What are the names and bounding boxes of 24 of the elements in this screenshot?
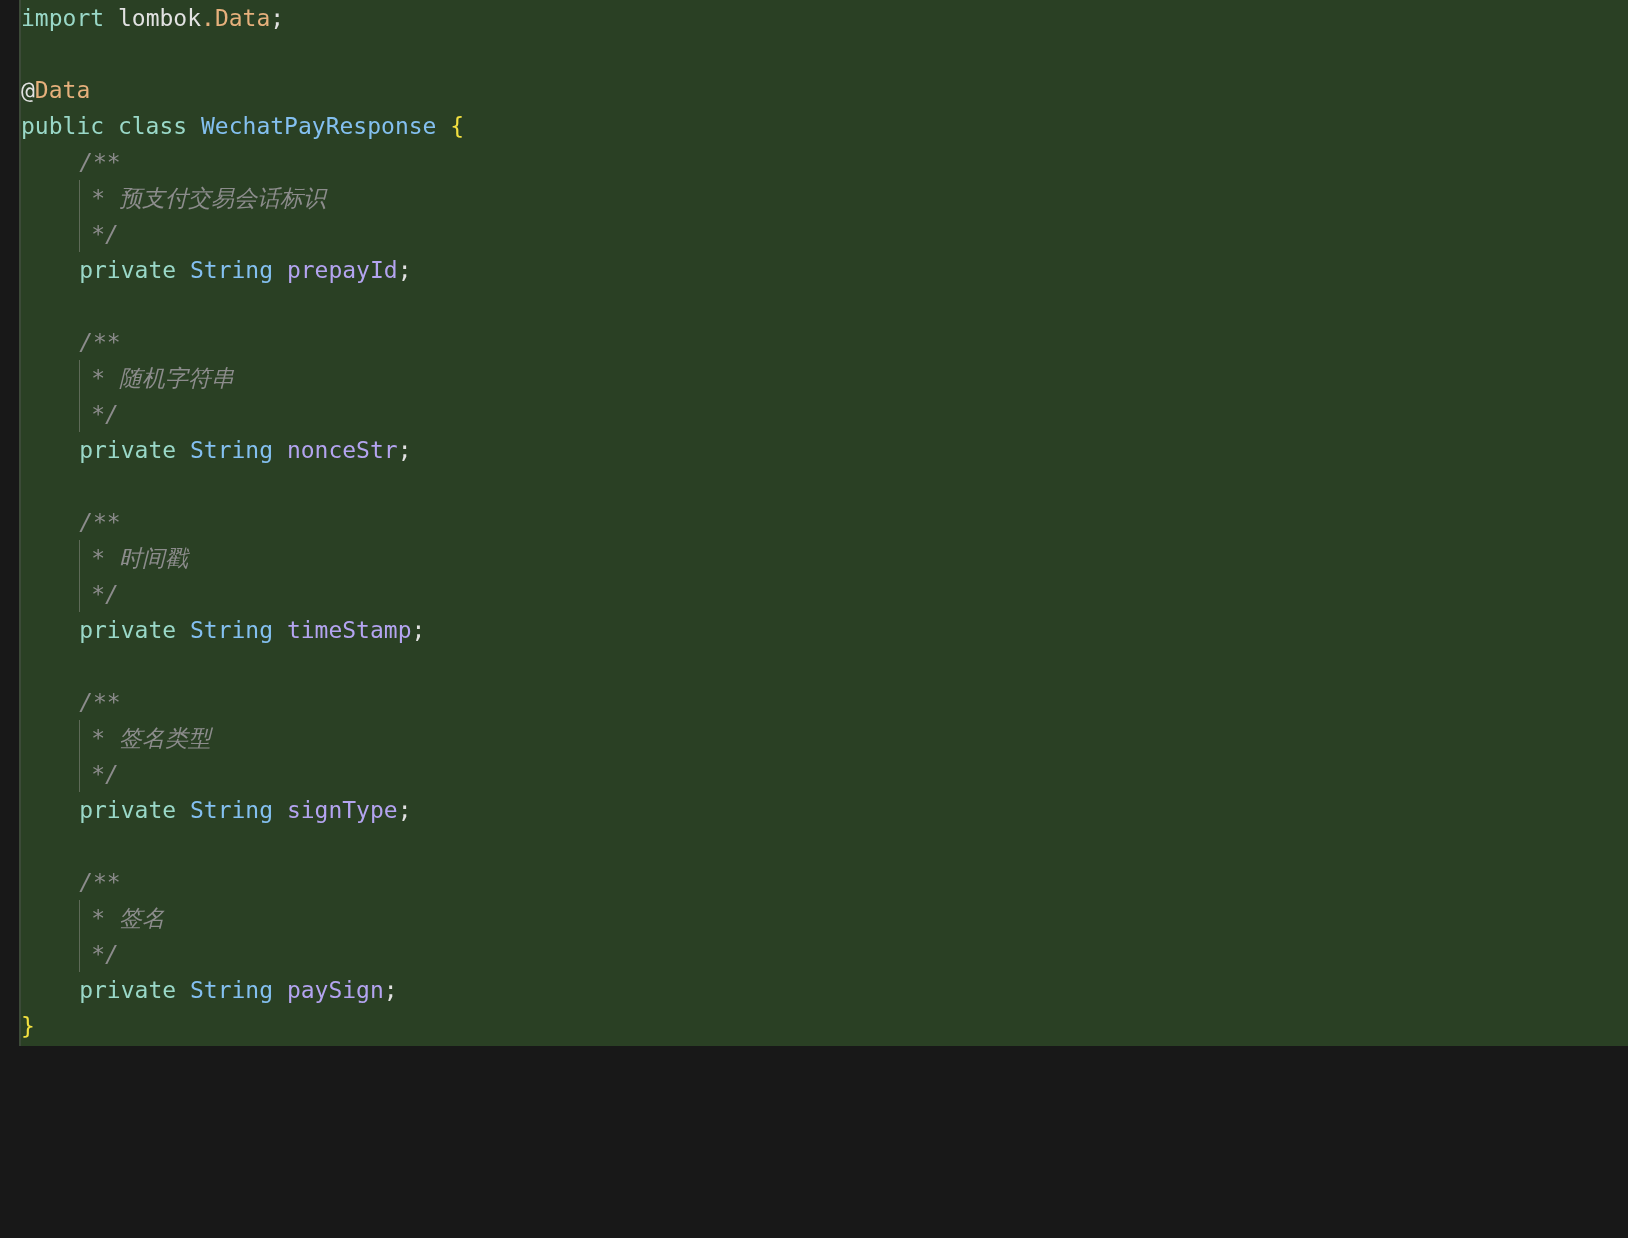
doc-comment-line: * 时间戳 — [79, 540, 188, 576]
code-line: private String paySign; — [79, 976, 398, 1005]
code-line: /** — [79, 688, 121, 717]
doc-comment-line: * 签名类型 — [79, 720, 211, 756]
code-line: /** — [79, 328, 121, 357]
code-line: private String nonceStr; — [79, 436, 412, 465]
code-line: import lombok.Data; — [21, 4, 285, 33]
code-line: private String timeStamp; — [79, 616, 426, 645]
code-line: /** — [79, 508, 121, 537]
doc-comment-line: */ — [79, 396, 119, 432]
code-line: private String prepayId; — [79, 256, 412, 285]
doc-comment-line: */ — [79, 576, 119, 612]
code-line: /** — [79, 868, 121, 897]
doc-comment-line: * 签名 — [79, 900, 165, 936]
code-line: private String signType; — [79, 796, 412, 825]
doc-comment-line: */ — [79, 216, 119, 252]
doc-comment-line: * 预支付交易会话标识 — [79, 180, 326, 216]
code-line: } — [21, 1012, 35, 1041]
code-line: /** — [79, 148, 121, 177]
doc-comment-line: * 随机字符串 — [79, 360, 234, 396]
code-line: public class WechatPayResponse { — [21, 112, 465, 141]
doc-comment-line: */ — [79, 756, 119, 792]
code-line: @Data — [21, 76, 91, 105]
doc-comment-line: */ — [79, 936, 119, 972]
